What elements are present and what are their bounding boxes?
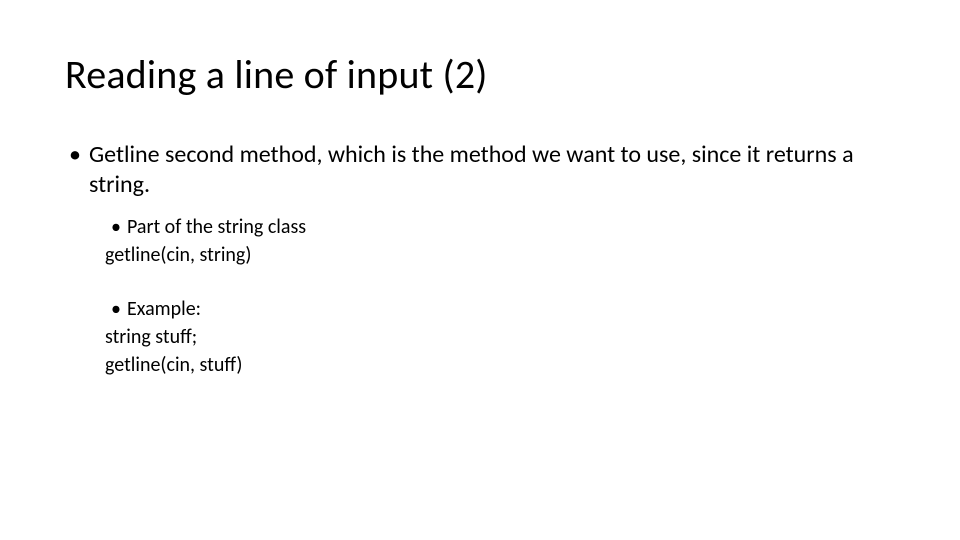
sub-block-2: • Example: string stuff; getline(cin, st… (105, 296, 900, 378)
slide: Reading a line of input (2) • Getline se… (0, 0, 960, 540)
sub-text: Example: (127, 297, 201, 321)
code-line: getline(cin, string) (105, 242, 900, 268)
code-line: string stuff; (105, 324, 900, 350)
sub-block-1: • Part of the string class getline(cin, … (105, 214, 900, 268)
slide-body: • Getline second method, which is the me… (65, 140, 900, 378)
bullet-level1: • Getline second method, which is the me… (65, 140, 900, 200)
bullet-dot-icon: • (111, 214, 121, 240)
slide-title: Reading a line of input (2) (65, 50, 488, 99)
code-line: getline(cin, stuff) (105, 352, 900, 378)
sub-bullet: • Part of the string class (105, 214, 900, 240)
bullet-dot-icon: • (111, 296, 121, 322)
bullet-text: Getline second method, which is the meth… (89, 140, 854, 199)
sub-bullet: • Example: (105, 296, 900, 322)
spacer (65, 268, 900, 292)
bullet-dot-icon: • (69, 140, 81, 170)
sub-text: Part of the string class (127, 215, 306, 239)
